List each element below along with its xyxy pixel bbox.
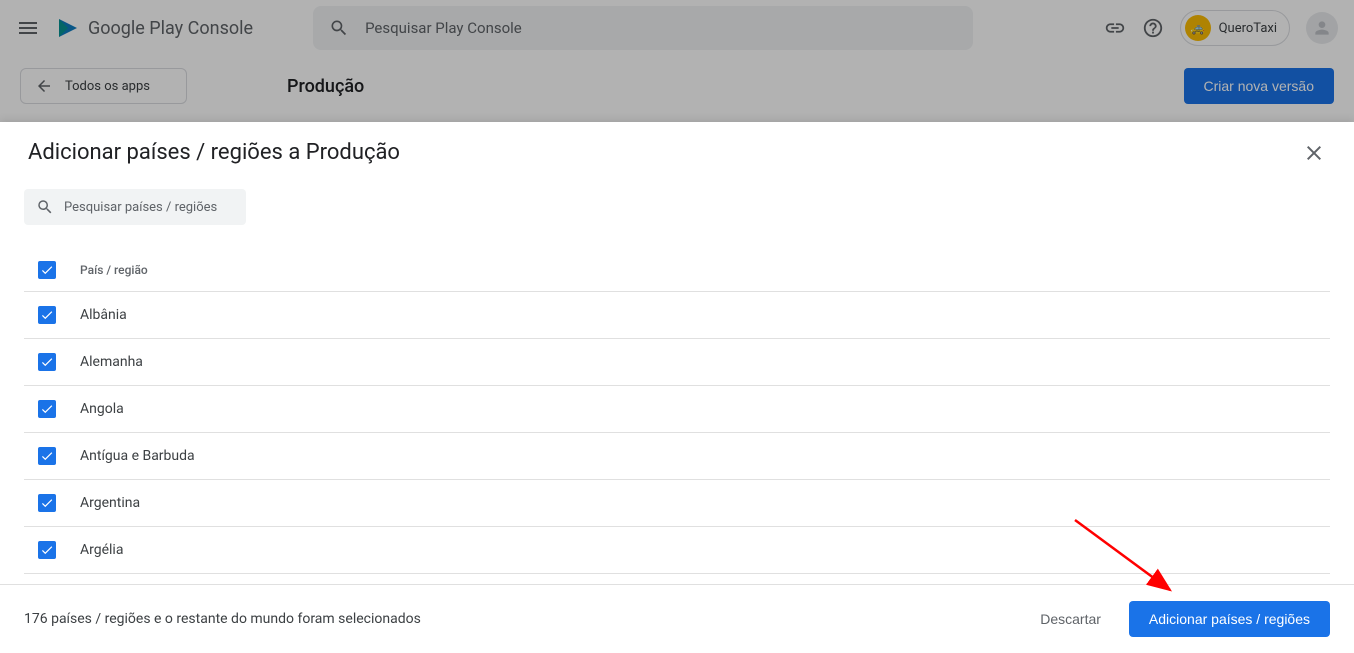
check-icon <box>40 355 54 369</box>
check-icon <box>40 449 54 463</box>
country-checkbox[interactable] <box>38 306 56 324</box>
country-row[interactable]: Antígua e Barbuda <box>24 433 1330 480</box>
country-row[interactable]: Argélia <box>24 527 1330 574</box>
country-row[interactable]: Alemanha <box>24 339 1330 386</box>
check-icon <box>40 308 54 322</box>
check-icon <box>40 402 54 416</box>
close-dialog-button[interactable] <box>1302 141 1326 165</box>
country-name: Argélia <box>80 542 123 558</box>
close-icon <box>1302 141 1326 165</box>
country-name: Argentina <box>80 495 140 511</box>
column-header: País / região <box>80 263 148 277</box>
country-checkbox[interactable] <box>38 541 56 559</box>
country-row[interactable]: Argentina <box>24 480 1330 527</box>
list-header-row: País / região <box>24 249 1330 292</box>
country-list: País / região Albânia Alemanha Angola An… <box>0 237 1354 584</box>
country-checkbox[interactable] <box>38 353 56 371</box>
search-icon <box>36 198 54 216</box>
discard-button[interactable]: Descartar <box>1028 603 1113 635</box>
modal-backdrop <box>0 0 1354 122</box>
check-icon <box>40 263 54 277</box>
add-countries-button[interactable]: Adicionar países / regiões <box>1129 601 1330 637</box>
selection-count-text: 176 países / regiões e o restante do mun… <box>24 611 421 627</box>
check-icon <box>40 543 54 557</box>
country-checkbox[interactable] <box>38 400 56 418</box>
dialog-footer: 176 países / regiões e o restante do mun… <box>0 584 1354 653</box>
add-countries-dialog: Adicionar países / regiões a Produção Pe… <box>0 122 1354 653</box>
dialog-title: Adicionar países / regiões a Produção <box>28 140 400 165</box>
search-countries-input[interactable]: Pesquisar países / regiões <box>24 189 246 225</box>
country-name: Angola <box>80 401 124 417</box>
country-checkbox[interactable] <box>38 494 56 512</box>
country-row[interactable]: Angola <box>24 386 1330 433</box>
country-name: Albânia <box>80 307 127 323</box>
country-row[interactable]: Albânia <box>24 292 1330 339</box>
search-countries-placeholder: Pesquisar países / regiões <box>64 200 217 215</box>
check-icon <box>40 496 54 510</box>
country-checkbox[interactable] <box>38 447 56 465</box>
country-name: Alemanha <box>80 354 143 370</box>
select-all-checkbox[interactable] <box>38 261 56 279</box>
country-name: Antígua e Barbuda <box>80 448 195 464</box>
